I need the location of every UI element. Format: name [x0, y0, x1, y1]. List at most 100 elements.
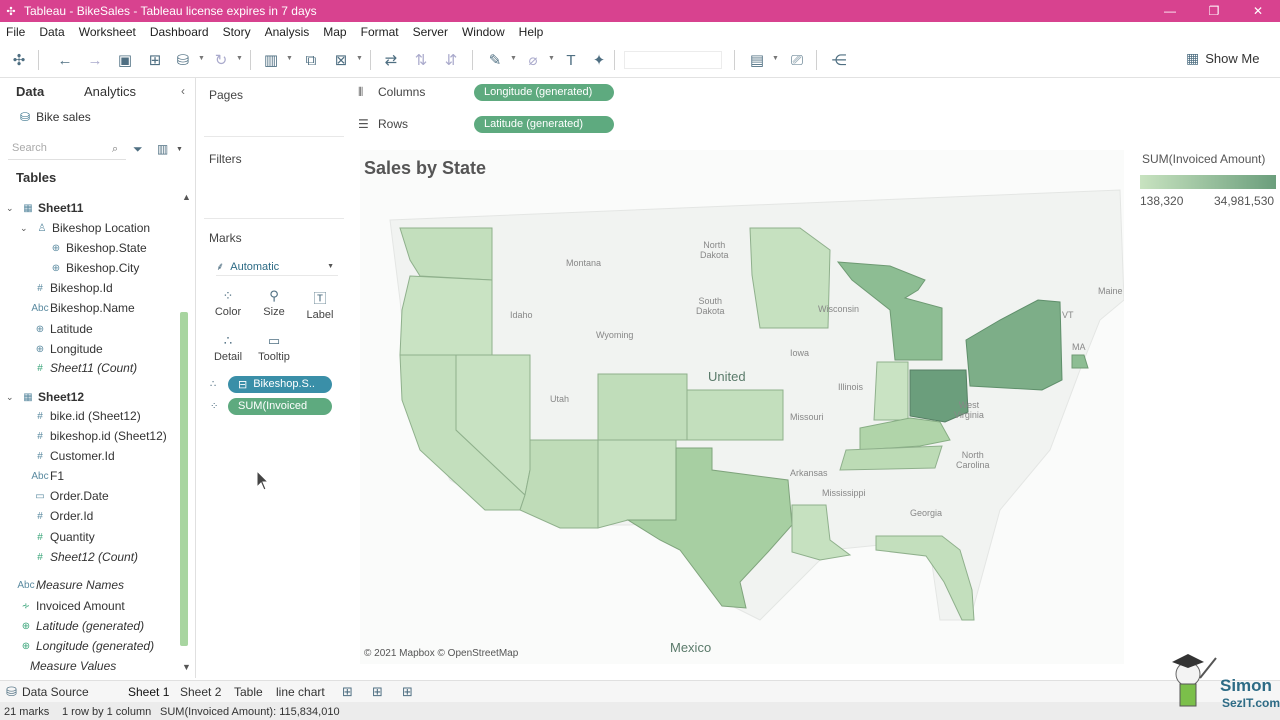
show-me-button[interactable]: ▦ Show Me — [1186, 50, 1259, 67]
scroll-up-icon[interactable]: ▲ — [182, 192, 191, 202]
field-row[interactable]: # Sheet11 (Count) — [30, 359, 137, 377]
mark-type-dropdown[interactable]: ⸙ Automatic ▼ — [216, 258, 338, 276]
detail-button[interactable]: ∴ Detail — [206, 333, 250, 363]
field-row[interactable]: ⊕ Bikeshop.City — [46, 259, 140, 277]
refresh-caret-icon[interactable]: ▼ — [236, 55, 243, 62]
chevron-down-icon[interactable]: ⌄ — [20, 223, 32, 234]
tab-line-chart[interactable]: line chart — [276, 685, 325, 699]
label-button[interactable]: 🅃 Label — [298, 288, 342, 321]
menu-data[interactable]: Data — [39, 25, 64, 39]
chevron-down-icon[interactable]: ⌄ — [6, 203, 18, 214]
field-row[interactable]: ⊕ Longitude (generated) — [16, 637, 154, 655]
swap-axes-icon[interactable]: ⇄ — [380, 50, 402, 70]
clear-caret-icon[interactable]: ▼ — [356, 55, 363, 62]
menu-format[interactable]: Format — [361, 25, 399, 39]
bikeshop-state-pill[interactable]: ⊟ Bikeshop.S.. — [228, 375, 332, 393]
show-cards-icon[interactable]: ▤ — [746, 50, 768, 70]
fix-axes-icon[interactable]: ✦ — [588, 50, 610, 70]
scroll-down-icon[interactable]: ▼ — [182, 662, 191, 672]
tab-data[interactable]: Data — [16, 84, 44, 99]
data-pane-scrollbar[interactable] — [180, 312, 188, 646]
table-row-sheet11[interactable]: ⌄ ▦ Sheet11 — [6, 199, 83, 217]
map-view[interactable]: Sales by State North Dakota Montana Sout… — [360, 150, 1124, 664]
search-icon[interactable]: ⌕ — [112, 143, 118, 156]
menu-story[interactable]: Story — [223, 25, 251, 39]
datasource-icon[interactable]: ⛁ — [172, 50, 194, 70]
field-row[interactable]: Abc Bikeshop.Name — [30, 299, 134, 317]
field-row[interactable]: Measure Values — [30, 657, 116, 675]
minimize-button[interactable]: — — [1148, 0, 1192, 22]
sort-ascending-icon[interactable]: ⇅ — [410, 50, 432, 70]
field-row[interactable]: # bikeshop.id (Sheet12) — [30, 427, 167, 445]
tab-data-source[interactable]: Data Source — [22, 685, 89, 699]
field-row[interactable]: ⌄ ♙ Bikeshop Location — [20, 219, 150, 237]
field-row[interactable]: ∻ Invoiced Amount — [16, 597, 125, 615]
view-options-caret-icon[interactable]: ▼ — [176, 146, 183, 153]
menu-analysis[interactable]: Analysis — [265, 25, 310, 39]
menu-map[interactable]: Map — [323, 25, 346, 39]
save-icon[interactable]: ▣ — [114, 50, 136, 70]
mark-pill-row[interactable]: ∴ ⊟ Bikeshop.S.. — [210, 375, 332, 393]
field-row[interactable]: Abc Measure Names — [16, 576, 124, 594]
sort-descending-icon[interactable]: ⇵ — [440, 50, 462, 70]
share-icon[interactable]: ⋲ — [828, 50, 850, 70]
highlight-caret-icon[interactable]: ▼ — [510, 55, 517, 62]
presentation-mode-icon[interactable]: ⎚ — [786, 50, 808, 70]
table-row-sheet12[interactable]: ⌄ ▦ Sheet12 — [6, 388, 84, 406]
clear-sheet-icon[interactable]: ⊠ — [330, 50, 352, 70]
redo-icon[interactable]: → — [84, 50, 106, 70]
new-story-icon[interactable]: ⊞ — [402, 684, 413, 700]
new-dashboard-icon[interactable]: ⊞ — [372, 684, 383, 700]
tab-analytics[interactable]: Analytics — [84, 84, 136, 99]
new-datasource-icon[interactable]: ⊞ — [144, 50, 166, 70]
longitude-pill[interactable]: Longitude (generated) — [474, 83, 614, 101]
search-input[interactable]: Search — [8, 142, 126, 160]
restore-button[interactable]: ❐ — [1192, 0, 1236, 22]
menu-worksheet[interactable]: Worksheet — [79, 25, 136, 39]
group-members-icon[interactable]: ⌀ — [522, 50, 544, 70]
menu-server[interactable]: Server — [413, 25, 448, 39]
new-worksheet-icon[interactable]: ▥ — [260, 50, 282, 70]
menu-file[interactable]: File — [6, 25, 25, 39]
datasource-caret-icon[interactable]: ▼ — [198, 55, 205, 62]
size-button[interactable]: ⚲ Size — [252, 288, 296, 318]
highlight-icon[interactable]: ✎ — [484, 50, 506, 70]
field-row[interactable]: ⊕ Longitude — [30, 340, 103, 358]
menu-help[interactable]: Help — [519, 25, 544, 39]
new-worksheet-caret-icon[interactable]: ▼ — [286, 55, 293, 62]
tableau-logo-icon[interactable]: ✣ — [8, 50, 30, 70]
show-labels-icon[interactable]: T — [560, 50, 582, 70]
field-row[interactable]: # Bikeshop.Id — [30, 279, 113, 297]
tab-table[interactable]: Table — [234, 685, 263, 699]
datasource-item[interactable]: ⛁ Bike sales — [20, 110, 91, 124]
color-button[interactable]: ⁘ Color — [206, 288, 250, 318]
sum-invoiced-pill[interactable]: SUM(Invoiced — [228, 397, 332, 415]
chevron-down-icon[interactable]: ⌄ — [6, 392, 18, 403]
duplicate-sheet-icon[interactable]: ⧉ — [300, 50, 322, 70]
new-worksheet-icon[interactable]: ⊞ — [342, 684, 353, 700]
tooltip-button[interactable]: ▭ Tooltip — [252, 333, 296, 363]
field-row[interactable]: ⊕ Bikeshop.State — [46, 239, 147, 257]
collapse-pane-icon[interactable]: ‹ — [181, 84, 185, 98]
show-cards-caret-icon[interactable]: ▼ — [772, 55, 779, 62]
refresh-icon[interactable]: ↻ — [210, 50, 232, 70]
filter-icon[interactable]: ⏷ — [133, 142, 143, 157]
field-row[interactable]: ⊕ Latitude — [30, 320, 93, 338]
field-row[interactable]: # Order.Id — [30, 507, 93, 525]
menu-dashboard[interactable]: Dashboard — [150, 25, 209, 39]
field-row[interactable]: # Customer.Id — [30, 447, 114, 465]
latitude-pill[interactable]: Latitude (generated) — [474, 115, 614, 133]
field-row[interactable]: # bike.id (Sheet12) — [30, 407, 141, 425]
menu-window[interactable]: Window — [462, 25, 505, 39]
field-row[interactable]: ⊕ Latitude (generated) — [16, 617, 144, 635]
fit-width-select[interactable] — [624, 51, 722, 69]
color-legend-ramp[interactable] — [1140, 175, 1276, 189]
mark-pill-row[interactable]: ⁘ SUM(Invoiced — [210, 397, 332, 415]
view-options-icon[interactable]: ▥ — [157, 142, 168, 156]
tab-sheet-2[interactable]: Sheet 2 — [180, 685, 221, 699]
undo-icon[interactable]: ← — [54, 50, 76, 70]
datasource-icon[interactable]: ⛁ — [6, 684, 17, 700]
field-row[interactable]: # Quantity — [30, 528, 94, 546]
map-attribution[interactable]: © 2021 Mapbox © OpenStreetMap — [364, 648, 518, 659]
field-row[interactable]: # Sheet12 (Count) — [30, 548, 138, 566]
